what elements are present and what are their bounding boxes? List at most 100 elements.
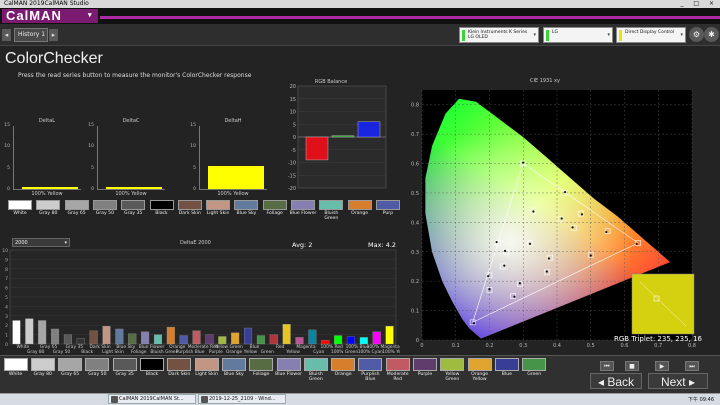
swatch-item[interactable]: Foliage [261, 200, 289, 222]
cie-x-tick: 0.4 [553, 343, 561, 349]
cie-measured-point [503, 249, 507, 252]
patch-chip [467, 358, 492, 371]
chevron-left-icon[interactable]: ◂ [2, 29, 11, 41]
play-icon[interactable]: ▶ [655, 361, 669, 371]
display-selector[interactable]: LG ▾ [543, 27, 613, 43]
cie-measured-point [547, 257, 550, 260]
swatch-item[interactable]: Bluish Green [317, 200, 345, 222]
taskbar-folder[interactable]: 2019-12-25_2109 - Wind... [198, 394, 286, 404]
delta-chart-title: DeltaH [224, 118, 242, 124]
swatch-item[interactable]: Dark Skin [176, 200, 204, 222]
skip-forward-icon[interactable]: ⏭ [685, 361, 699, 371]
patch-button[interactable]: Dark Skin [166, 358, 193, 384]
calman-menu-button[interactable]: CalMAN ▾ [2, 9, 98, 23]
pattern-selector[interactable]: Direct Display Control ▾ [616, 27, 686, 43]
cie-x-tick: 0.7 [654, 343, 662, 349]
swatch-item[interactable]: Orange [346, 200, 374, 222]
swatch-item[interactable]: Gray 35 [119, 200, 147, 222]
meter-selector[interactable]: Klein Instruments K Series LG OLED ▾ [459, 27, 539, 43]
patch-label: Blue Flower [275, 372, 302, 377]
patch-label: Gray 80 [33, 372, 52, 377]
swatch-label: Gray 50 [95, 211, 115, 216]
patch-label: Foliage [252, 372, 270, 377]
patch-button[interactable]: White [2, 358, 29, 384]
deltae-bar [334, 335, 343, 345]
patch-button[interactable]: Purple [412, 358, 439, 384]
delta-bar-label: 100% Yellow [115, 191, 147, 197]
patch-button[interactable]: Gray 50 [84, 358, 111, 384]
patch-chip [494, 358, 519, 371]
delta-axis-tick: 0 [7, 187, 10, 192]
delta-bar [208, 165, 264, 189]
swatch-chip [291, 200, 315, 210]
cie-y-tick: 0.1 [411, 309, 419, 315]
deltae-bar [141, 331, 150, 345]
patch-button[interactable]: Foliage [248, 358, 275, 384]
patch-button[interactable]: Purplish Blue [357, 358, 384, 384]
back-button[interactable]: ◂ Back [590, 373, 642, 389]
skip-back-icon[interactable]: ⏮ [600, 361, 614, 371]
swatch-label: Blue Sky [236, 211, 257, 216]
cie-measured-point [522, 161, 525, 164]
patch-button[interactable]: Black [139, 358, 166, 384]
patch-button[interactable]: Gray 80 [29, 358, 56, 384]
patch-button[interactable]: Blue Sky [220, 358, 247, 384]
tab-history-1[interactable]: History 1 [14, 28, 48, 42]
patch-chip [194, 358, 219, 371]
display-name: LG [552, 30, 558, 35]
taskbar-calman[interactable]: CalMAN 2019CalMAN St... [108, 394, 196, 404]
settings-icon[interactable]: ✱ [704, 27, 719, 42]
patch-button[interactable]: Green [521, 358, 548, 384]
gear-icon[interactable]: ⚙ [689, 27, 704, 42]
deltae-bar [205, 334, 214, 345]
stop-icon[interactable]: ■ [625, 361, 639, 371]
patch-label: Moderate Red [386, 372, 409, 382]
swatch-item[interactable]: Gray 65 [63, 200, 91, 222]
cie-x-tick: 0.6 [621, 343, 629, 349]
chevron-right-icon[interactable]: ▸ [49, 29, 58, 41]
patch-label: Blue [501, 372, 512, 377]
chevron-down-icon: ▾ [680, 32, 683, 38]
deltae-bar [25, 318, 34, 345]
cie-measured-point [488, 288, 491, 291]
cie-x-tick: 0.5 [587, 343, 595, 349]
patch-label: Orange Yellow [471, 372, 489, 382]
patch-chip [331, 358, 356, 371]
patch-chip [276, 358, 301, 371]
cie-measured-point [513, 295, 516, 298]
delta-bar [22, 186, 78, 189]
swatch-item[interactable]: Black [148, 200, 176, 222]
swatch-item[interactable]: Gray 50 [91, 200, 119, 222]
delta-chart-title: DeltaC [122, 118, 140, 124]
patch-button[interactable]: Blue [493, 358, 520, 384]
next-arrow-icon: ▸ [689, 375, 696, 389]
swatch-item[interactable]: Blue Flower [289, 200, 317, 222]
swatch-item[interactable]: Blue Sky [232, 200, 260, 222]
next-label: Next [660, 375, 686, 389]
patch-button[interactable]: Blue Flower [275, 358, 302, 384]
patch-button[interactable]: Orange [330, 358, 357, 384]
patch-button[interactable]: Bluish Green [302, 358, 329, 384]
patch-label: Black [145, 372, 159, 377]
delta-axis-tick: 15 [190, 123, 196, 128]
cie-y-tick: 0.5 [411, 191, 419, 197]
swatch-item[interactable]: Light Skin [204, 200, 232, 222]
delta-chart-area [199, 126, 267, 190]
patch-button[interactable]: Gray 35 [111, 358, 138, 384]
swatch-label: Gray 65 [67, 211, 86, 216]
chevron-down-icon: ▾ [607, 32, 610, 38]
patch-button[interactable]: Yellow Green [439, 358, 466, 384]
swatch-item[interactable]: White [6, 200, 34, 222]
patch-label: Gray 35 [115, 372, 134, 377]
taskbar-folder-label: 2019-12-25_2109 - Wind... [209, 396, 276, 402]
deltae-bar [38, 320, 47, 345]
calman-logo: CalMAN [6, 8, 62, 23]
swatch-item[interactable]: Gray 80 [34, 200, 62, 222]
next-button[interactable]: Next ▸ [648, 373, 708, 389]
patch-button[interactable]: Light Skin [193, 358, 220, 384]
patch-button[interactable]: Orange Yellow [466, 358, 493, 384]
swatch-item[interactable]: Purp [374, 200, 402, 222]
patch-button[interactable]: Gray 65 [57, 358, 84, 384]
window-controls[interactable]: _ □ × [680, 0, 718, 8]
patch-button[interactable]: Moderate Red [384, 358, 411, 384]
